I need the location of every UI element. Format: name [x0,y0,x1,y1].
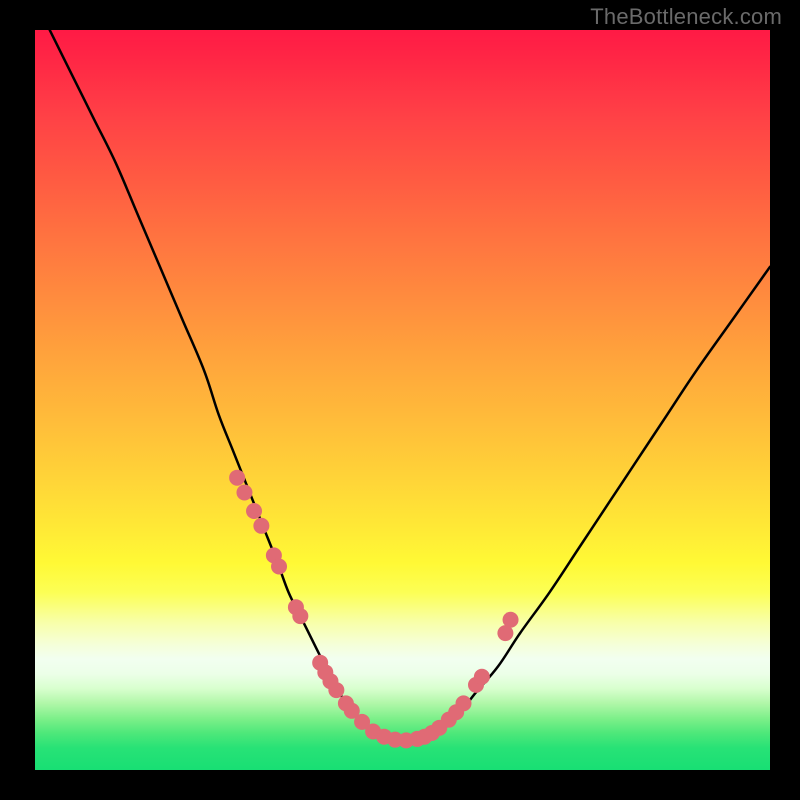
watermark-label: TheBottleneck.com [590,4,782,30]
highlight-dots [229,470,518,749]
marker-dot [229,470,245,486]
marker-dot [328,682,344,698]
marker-dot [236,485,252,501]
marker-dot [503,612,519,628]
marker-dot [292,608,308,624]
marker-dot [474,669,490,685]
marker-dot [253,518,269,534]
chart-frame: TheBottleneck.com [0,0,800,800]
marker-dot [246,503,262,519]
marker-dot [456,695,472,711]
marker-dot [271,559,287,575]
plot-area [35,30,770,770]
bottleneck-curve [50,30,770,740]
chart-svg [35,30,770,770]
